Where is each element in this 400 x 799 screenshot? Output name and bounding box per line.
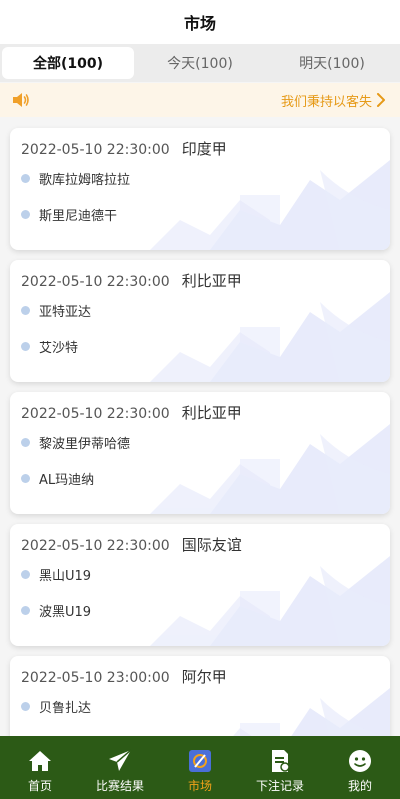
market-icon xyxy=(187,748,213,774)
league-name: 利比亚甲 xyxy=(181,272,242,290)
home-team-name: 贝鲁扎达 xyxy=(39,701,92,716)
league-name: 利比亚甲 xyxy=(181,404,242,422)
tab-today[interactable]: 今天(100) xyxy=(134,47,266,79)
team-dot xyxy=(21,702,30,711)
league-name: 阿尔甲 xyxy=(181,668,227,686)
tab-all[interactable]: 全部(100) xyxy=(2,47,134,79)
chevron-right-icon xyxy=(376,93,388,107)
home-icon xyxy=(27,748,53,774)
team-dot xyxy=(21,570,30,579)
notice-text: 我们秉持以客失 xyxy=(280,94,372,110)
tabbar-label: 下注记录 xyxy=(255,779,304,793)
tabbar-label: 市场 xyxy=(187,779,212,793)
match-card[interactable]: 2022-05-10 22:30:00 印度甲 歌库拉姆喀拉拉 斯里尼迪德干 xyxy=(10,128,390,250)
team-dot xyxy=(21,210,30,219)
home-team-name: 歌库拉姆喀拉拉 xyxy=(39,173,131,188)
match-card[interactable]: 2022-05-10 22:30:00 国际友谊 黑山U19 波黑U19 xyxy=(10,524,390,646)
home-team: 歌库拉姆喀拉拉 xyxy=(21,169,130,188)
match-time: 2022-05-10 22:30:00 xyxy=(21,538,170,554)
profile-icon xyxy=(347,748,373,774)
tabbar-market[interactable]: 市场 xyxy=(160,736,240,799)
tabbar-label: 首页 xyxy=(27,779,52,793)
match-time: 2022-05-10 22:30:00 xyxy=(21,406,170,422)
tabbar-label: 比赛结果 xyxy=(95,779,144,793)
match-time: 2022-05-10 22:30:00 xyxy=(21,142,170,158)
away-team-name: 波黑U19 xyxy=(39,605,92,620)
team-dot xyxy=(21,606,30,615)
page-title: 市场 xyxy=(183,14,216,33)
home-team-name: 黎波里伊蒂哈德 xyxy=(39,437,131,452)
match-card[interactable]: 2022-05-10 23:00:00 阿尔甲 贝鲁扎达 xyxy=(10,656,390,736)
send-icon xyxy=(107,748,133,774)
team-dot xyxy=(21,174,30,183)
away-team: AL玛迪纳 xyxy=(21,469,94,488)
away-team: 斯里尼迪德干 xyxy=(21,205,117,224)
bottom-tab-bar: 首页 比赛结果 市场 下注记录 我的 xyxy=(0,736,400,799)
tabbar-records[interactable]: 下注记录 xyxy=(240,736,320,799)
tabbar-profile[interactable]: 我的 xyxy=(320,736,400,799)
home-team: 亚特亚达 xyxy=(21,301,91,320)
league-name: 国际友谊 xyxy=(181,536,242,554)
away-team: 艾沙特 xyxy=(21,337,78,356)
home-team: 贝鲁扎达 xyxy=(21,697,91,716)
home-team: 黑山U19 xyxy=(21,565,91,584)
home-team-name: 黑山U19 xyxy=(39,569,92,584)
away-team-name: 艾沙特 xyxy=(39,341,79,356)
away-team-name: 斯里尼迪德干 xyxy=(39,209,118,224)
team-dot xyxy=(21,438,30,447)
away-team: 波黑U19 xyxy=(21,601,91,620)
away-team-name: AL玛迪纳 xyxy=(39,473,95,488)
team-dot xyxy=(21,306,30,315)
match-time: 2022-05-10 23:00:00 xyxy=(21,670,170,686)
tabbar-home[interactable]: 首页 xyxy=(0,736,80,799)
speaker-icon xyxy=(12,91,30,109)
tabbar-results[interactable]: 比赛结果 xyxy=(80,736,160,799)
match-time: 2022-05-10 22:30:00 xyxy=(21,274,170,290)
league-name: 印度甲 xyxy=(181,140,227,158)
home-team: 黎波里伊蒂哈德 xyxy=(21,433,130,452)
match-card[interactable]: 2022-05-10 22:30:00 利比亚甲 黎波里伊蒂哈德 AL玛迪纳 xyxy=(10,392,390,514)
team-dot xyxy=(21,474,30,483)
match-card[interactable]: 2022-05-10 22:30:00 利比亚甲 亚特亚达 艾沙特 xyxy=(10,260,390,382)
team-dot xyxy=(21,342,30,351)
home-team-name: 亚特亚达 xyxy=(39,305,92,320)
filter-tabs: 全部(100) 今天(100) 明天(100) xyxy=(0,44,400,82)
notice-bar[interactable]: 我们秉持以客失 xyxy=(0,83,400,117)
record-icon xyxy=(267,748,293,774)
tabbar-label: 我的 xyxy=(347,779,372,793)
match-list[interactable]: 2022-05-10 22:30:00 印度甲 歌库拉姆喀拉拉 斯里尼迪德干 2… xyxy=(0,117,400,736)
header: 市场 xyxy=(0,0,400,44)
tab-tomorrow[interactable]: 明天(100) xyxy=(266,47,398,79)
